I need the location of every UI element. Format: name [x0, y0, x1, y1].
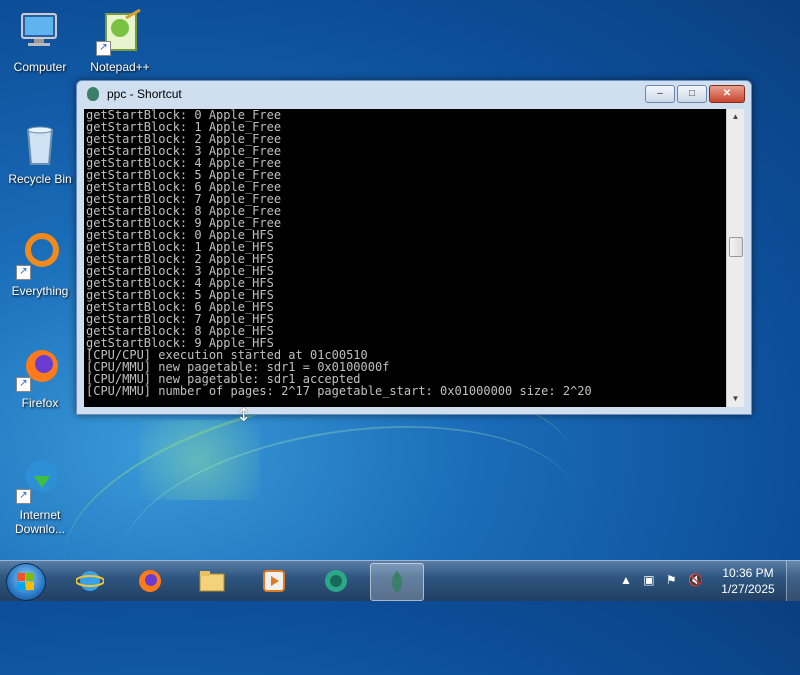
- console-line: [CPU/MMU] number of pages: 2^17 pagetabl…: [86, 384, 592, 398]
- taskbar-file-explorer[interactable]: [186, 563, 238, 599]
- app-icon: [325, 570, 347, 592]
- file-explorer-icon: [199, 571, 225, 592]
- console-output[interactable]: getStartBlock: 0 Apple_Free getStartBloc…: [84, 109, 726, 407]
- volume-muted-icon[interactable]: 🔇: [688, 573, 703, 587]
- taskbar-app[interactable]: [310, 563, 362, 599]
- desktop-icon-internet-download-manager[interactable]: ↗ Internet Downlo...: [2, 456, 78, 536]
- desktop-icon-everything[interactable]: ↗ Everything: [2, 232, 78, 298]
- media-player-icon: [263, 570, 285, 592]
- firefox-icon: [139, 570, 161, 592]
- show-hidden-icons-icon[interactable]: ▲: [620, 573, 632, 587]
- taskbar: ▲ ▣ ⚑ 🔇 10:36 PM 1/27/2025: [0, 560, 800, 601]
- wallpaper-glow: [140, 420, 260, 500]
- network-icon[interactable]: ▣: [643, 573, 654, 587]
- firefox-icon: ↗: [16, 344, 64, 392]
- ppc-icon: [391, 571, 403, 593]
- system-tray: ▲ ▣ ⚑ 🔇: [620, 573, 711, 587]
- desktop-icon-firefox[interactable]: ↗ Firefox: [2, 344, 78, 410]
- scroll-up-arrow-icon[interactable]: ▲: [727, 109, 744, 125]
- clock-date: 1/27/2025: [721, 582, 775, 596]
- everything-icon: ↗: [16, 232, 64, 280]
- window-title: ppc - Shortcut: [107, 87, 182, 101]
- shortcut-arrow-icon: ↗: [16, 377, 31, 392]
- windows-logo-icon: [17, 573, 35, 591]
- start-button[interactable]: [6, 563, 46, 601]
- desktop-icon-notepadpp[interactable]: ↗ Notepad++: [82, 8, 158, 74]
- console-window[interactable]: ppc - Shortcut – □ ✕ getStartBlock: 0 Ap…: [76, 80, 752, 415]
- desktop-icon-label: Firefox: [21, 396, 59, 410]
- shortcut-arrow-icon: ↗: [16, 489, 31, 504]
- console-text: getStartBlock: 0 Apple_Free getStartBloc…: [84, 109, 726, 397]
- action-center-flag-icon[interactable]: ⚑: [666, 573, 677, 587]
- recycle-bin-icon: [16, 120, 64, 168]
- ppc-app-icon: [87, 87, 99, 101]
- taskbar-internet-explorer[interactable]: [64, 563, 116, 599]
- taskbar-ppc[interactable]: [370, 563, 424, 601]
- minimize-button[interactable]: –: [645, 85, 675, 103]
- desktop-icon-label: Notepad++: [90, 60, 150, 74]
- scrollbar-thumb[interactable]: [729, 237, 743, 257]
- shortcut-arrow-icon: ↗: [16, 265, 31, 280]
- window-titlebar[interactable]: ppc - Shortcut – □ ✕: [77, 81, 751, 107]
- show-desktop-button[interactable]: [786, 561, 800, 601]
- scroll-down-arrow-icon[interactable]: ▼: [727, 391, 744, 407]
- maximize-button[interactable]: □: [677, 85, 707, 103]
- shortcut-arrow-icon: ↗: [96, 41, 111, 56]
- internet-download-manager-icon: ↗: [16, 456, 64, 504]
- computer-icon: [16, 8, 64, 56]
- desktop-icon-label: Recycle Bin: [8, 172, 72, 186]
- taskbar-firefox[interactable]: [124, 563, 176, 599]
- taskbar-media-player[interactable]: [248, 563, 300, 599]
- internet-explorer-icon: [76, 571, 104, 591]
- vertical-scrollbar[interactable]: ▲ ▼: [726, 109, 744, 407]
- close-button[interactable]: ✕: [709, 85, 745, 103]
- clock-time: 10:36 PM: [722, 566, 774, 580]
- desktop-icon-label: Computer: [13, 60, 67, 74]
- resize-cursor-icon: ↕: [236, 405, 252, 426]
- clock[interactable]: 10:36 PM 1/27/2025: [712, 565, 784, 597]
- desktop-icon-label: Internet Downlo...: [14, 508, 66, 536]
- desktop-icon-computer[interactable]: Computer: [2, 8, 78, 74]
- desktop-icon-recycle-bin[interactable]: Recycle Bin: [2, 120, 78, 186]
- notepadpp-icon: ↗: [96, 8, 144, 56]
- desktop-icon-label: Everything: [11, 284, 69, 298]
